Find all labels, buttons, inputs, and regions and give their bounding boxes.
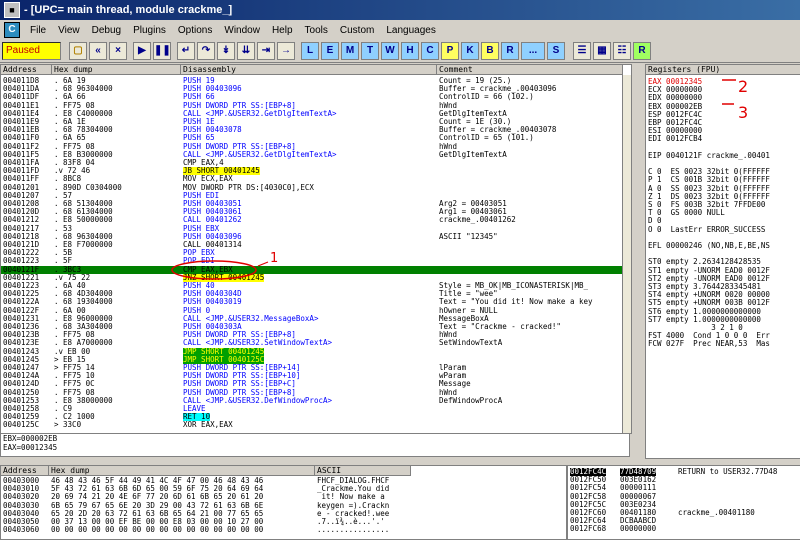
annotation-circle bbox=[172, 261, 256, 279]
annotation-label-1: 1 bbox=[270, 251, 278, 266]
annotation-overlay: 1 2 3 bbox=[0, 0, 800, 538]
annotation-label-2: 2 bbox=[738, 77, 748, 96]
annotation-line-1 bbox=[258, 262, 268, 266]
annotation-label-3: 3 bbox=[738, 103, 748, 122]
